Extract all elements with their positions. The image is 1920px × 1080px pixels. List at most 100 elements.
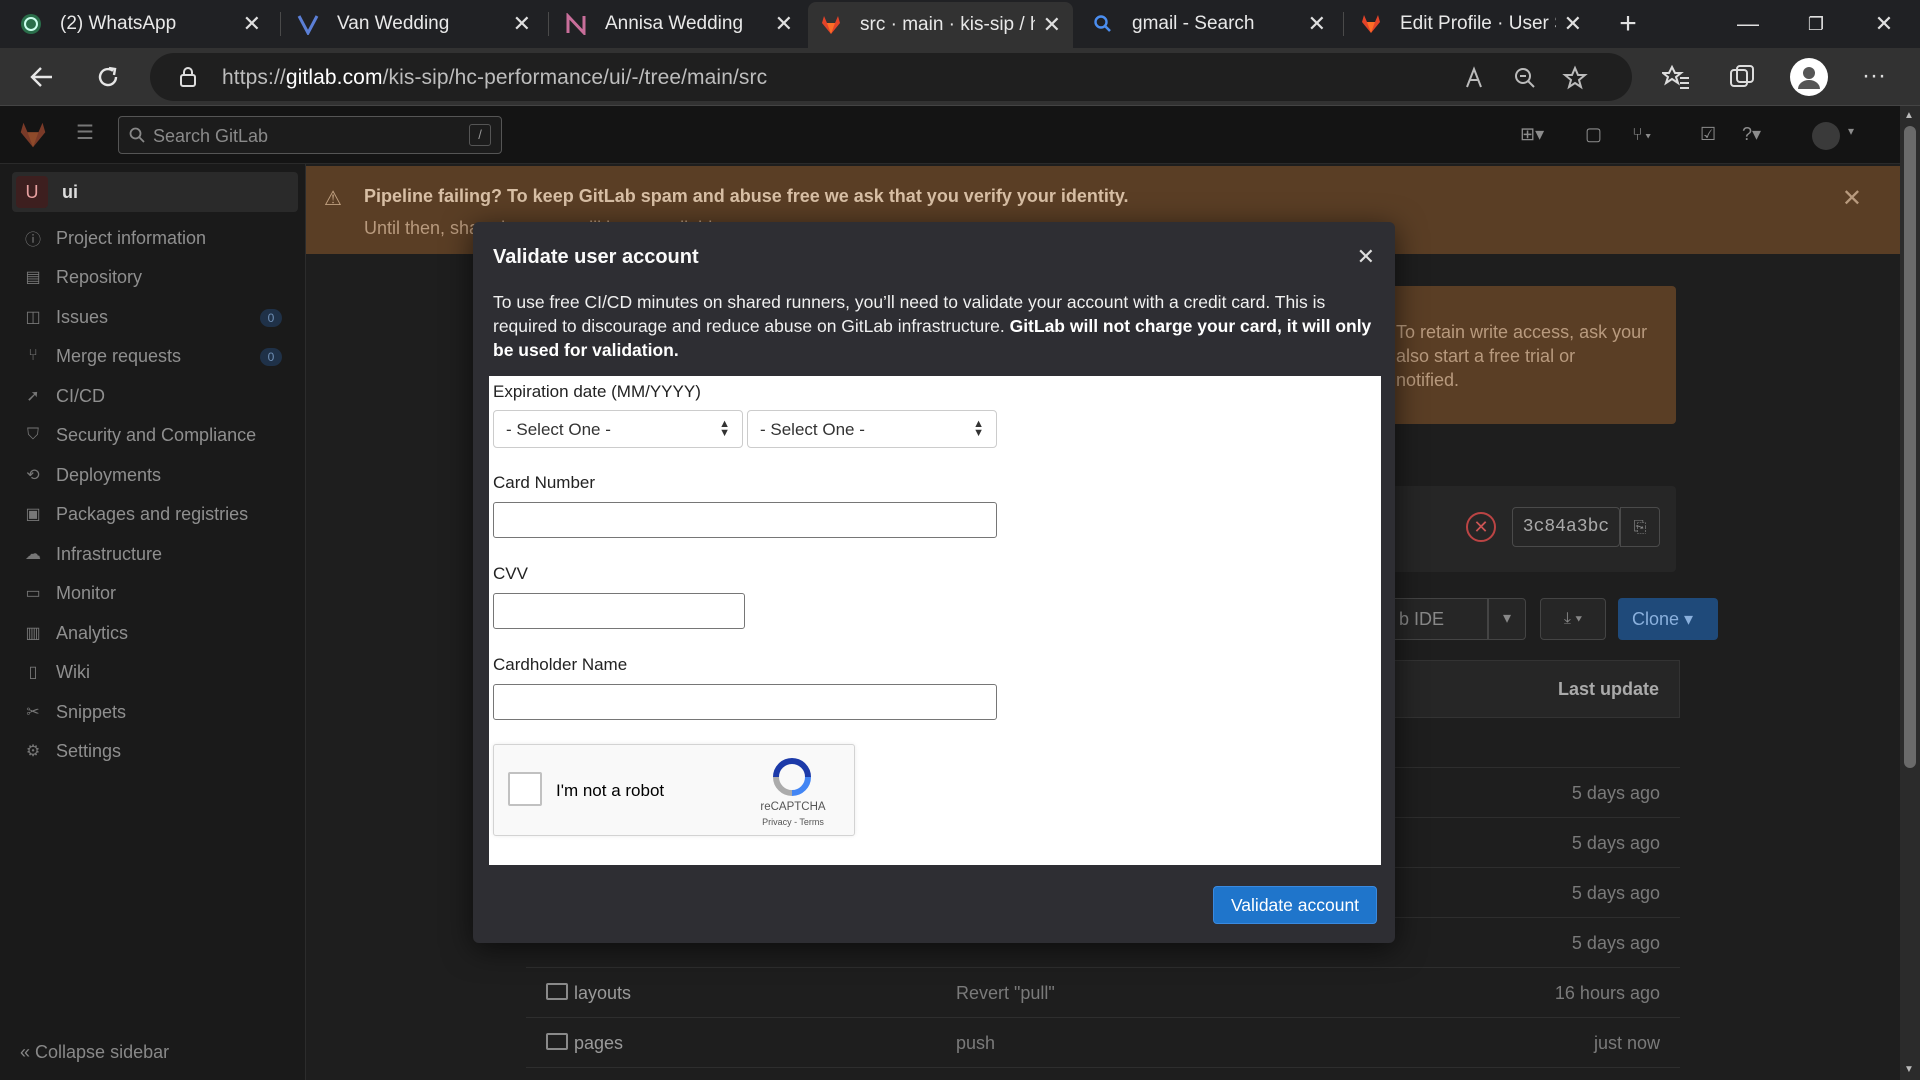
search-icon	[1094, 15, 1111, 32]
clone-label: Clone	[1632, 609, 1680, 629]
close-icon[interactable]: ✕	[1564, 11, 1582, 37]
minimize-button[interactable]: —	[1728, 6, 1768, 42]
row-commit-message[interactable]: push	[956, 1033, 995, 1054]
scroll-down-arrow-icon[interactable]: ▼	[1904, 1064, 1914, 1075]
hamburger-menu-icon[interactable]: ☰	[76, 123, 98, 144]
user-avatar[interactable]	[1812, 122, 1840, 150]
row-commit-message[interactable]: Revert "pull"	[956, 983, 1055, 1004]
tab-edit-profile[interactable]: Edit Profile · User Set ✕	[1348, 4, 1594, 44]
close-icon[interactable]: ✕	[1043, 12, 1061, 38]
table-row[interactable]: layouts Revert "pull" 16 hours ago	[526, 968, 1680, 1018]
favorites-icon[interactable]	[1662, 64, 1690, 90]
new-tab-button[interactable]: +	[1608, 6, 1648, 42]
scroll-up-arrow-icon[interactable]: ▲	[1904, 110, 1914, 121]
select-arrows-icon: ▲ ▼	[973, 418, 984, 439]
tab-gitlab-src[interactable]: src · main · kis-sip / h ✕	[808, 2, 1073, 48]
sidebar-item-settings[interactable]: ⚙ Settings	[22, 736, 282, 766]
validate-account-button[interactable]: Validate account	[1213, 886, 1377, 924]
gitlab-icon	[1362, 15, 1380, 33]
url-field[interactable]: https://gitlab.com/kis-sip/hc-performanc…	[150, 53, 1632, 101]
window-close-button[interactable]: ✕	[1864, 6, 1904, 42]
sidebar-item-analytics[interactable]: ▥ Analytics	[22, 618, 282, 648]
profile-avatar[interactable]	[1790, 58, 1828, 96]
cardholder-name-input[interactable]	[493, 684, 997, 720]
sidebar-item-wiki[interactable]: ▯ Wiki	[22, 657, 282, 687]
tab-title: (2) WhatsApp	[60, 13, 177, 34]
tab-title: src · main · kis-sip / h	[860, 14, 1035, 35]
sidebar-item-project-information[interactable]: ⓘ Project information	[22, 223, 282, 253]
tab-gmail-search[interactable]: gmail - Search ✕	[1080, 4, 1338, 44]
tab-van-wedding[interactable]: Van Wedding ✕	[285, 4, 543, 44]
help-icon[interactable]: ?▾	[1742, 124, 1764, 146]
sidebar-item-label: Project information	[56, 227, 207, 248]
add-favorite-icon[interactable]	[1562, 65, 1588, 91]
close-icon[interactable]: ✕	[775, 11, 793, 37]
chevron-down-icon[interactable]: ▾	[1848, 124, 1870, 146]
sidebar-item-cicd[interactable]: ➚ CI/CD	[22, 381, 282, 411]
commit-sha[interactable]: 3c84a3bc	[1512, 507, 1620, 547]
alert-line: notified.	[1396, 370, 1460, 390]
close-icon[interactable]: ✕	[1308, 11, 1326, 37]
gitlab-logo-icon[interactable]	[18, 120, 48, 150]
row-updated: 5 days ago	[1571, 883, 1660, 903]
row-updated: 5 days ago	[1571, 833, 1660, 853]
merge-requests-icon[interactable]: ⑂▾	[1632, 124, 1654, 146]
tab-annisa-wedding[interactable]: Annisa Wedding ✕	[553, 4, 805, 44]
sidebar-item-security[interactable]: ⛉ Security and Compliance	[22, 420, 282, 450]
recaptcha-label: I'm not a robot	[556, 781, 665, 800]
zoom-out-icon[interactable]	[1512, 65, 1538, 91]
recaptcha-logo-icon	[773, 758, 811, 796]
collapse-sidebar-button[interactable]: « Collapse sidebar	[20, 1042, 169, 1063]
tab-title: Edit Profile · User Set	[1400, 13, 1556, 34]
download-icon[interactable]: ⤓ ▾	[1540, 598, 1606, 640]
close-icon[interactable]: ✕	[513, 11, 531, 37]
scissors-icon: ✂	[26, 704, 40, 721]
tab-title: gmail - Search	[1132, 13, 1255, 34]
search-placeholder: Search GitLab	[153, 126, 269, 146]
sidebar-item-deployments[interactable]: ⟲ Deployments	[22, 460, 282, 490]
more-menu-icon[interactable]: ···	[1862, 62, 1886, 90]
sidebar-item-label: Wiki	[56, 661, 90, 682]
read-aloud-icon[interactable]	[1464, 65, 1490, 91]
sidebar-item-packages[interactable]: ▣ Packages and registries	[22, 499, 282, 529]
sidebar-item-infrastructure[interactable]: ☁ Infrastructure	[22, 539, 282, 569]
merge-icon: ⑂	[28, 347, 38, 364]
todos-check-icon[interactable]: ☑	[1700, 124, 1722, 146]
project-sidebar: U ui ⓘ Project information ▤ Repository ◫ I…	[0, 164, 306, 1080]
cvv-input[interactable]	[493, 593, 745, 629]
collections-icon[interactable]	[1728, 63, 1756, 91]
expiry-month-select[interactable]: - Select One - ▲ ▼	[493, 410, 743, 448]
reload-button[interactable]	[88, 58, 128, 96]
sidebar-item-issues[interactable]: ◫ Issues 0	[22, 302, 282, 332]
scrollbar-thumb[interactable]	[1904, 126, 1916, 768]
vertical-scrollbar[interactable]: ▲ ▼	[1900, 106, 1920, 1080]
chevron-down-icon[interactable]: ▾	[1488, 598, 1526, 640]
sidebar-item-merge-requests[interactable]: ⑂ Merge requests 0	[22, 341, 282, 371]
restore-button[interactable]: ❐	[1796, 6, 1836, 42]
row-folder-name[interactable]: pages	[546, 1033, 623, 1054]
row-folder-name[interactable]: layouts	[546, 983, 631, 1004]
project-header[interactable]: U ui	[12, 172, 298, 212]
close-icon[interactable]: ✕	[1357, 244, 1375, 270]
clone-button[interactable]: Clone ▾	[1618, 598, 1718, 640]
sidebar-item-label: Repository	[56, 266, 143, 287]
close-icon[interactable]: ✕	[243, 11, 261, 37]
sidebar-item-repository[interactable]: ▤ Repository	[22, 262, 282, 292]
todo-doc-icon[interactable]: ▢	[1585, 124, 1607, 146]
sidebar-item-monitor[interactable]: ▭ Monitor	[22, 578, 282, 608]
expiry-year-select[interactable]: - Select One - ▲ ▼	[747, 410, 997, 448]
pipeline-failed-icon[interactable]: ✕	[1466, 512, 1496, 542]
sidebar-item-snippets[interactable]: ✂ Snippets	[22, 697, 282, 727]
recaptcha-checkbox[interactable]	[508, 772, 542, 806]
close-icon[interactable]: ✕	[1842, 184, 1862, 213]
alert-title: Pipeline failing? To keep GitLab spam an…	[364, 186, 1129, 206]
copy-icon[interactable]: ⎘	[1620, 507, 1660, 547]
recaptcha-links[interactable]: Privacy - Terms	[750, 817, 836, 827]
row-updated: just now	[1593, 1033, 1660, 1053]
tab-whatsapp[interactable]: (2) WhatsApp ✕	[8, 4, 273, 44]
card-number-input[interactable]	[493, 502, 997, 538]
back-button[interactable]	[22, 58, 62, 96]
gitlab-search-input[interactable]: Search GitLab /	[118, 116, 502, 154]
create-new-icon[interactable]: ⊞▾	[1520, 124, 1544, 146]
table-row[interactable]: pages push just now	[526, 1018, 1680, 1068]
